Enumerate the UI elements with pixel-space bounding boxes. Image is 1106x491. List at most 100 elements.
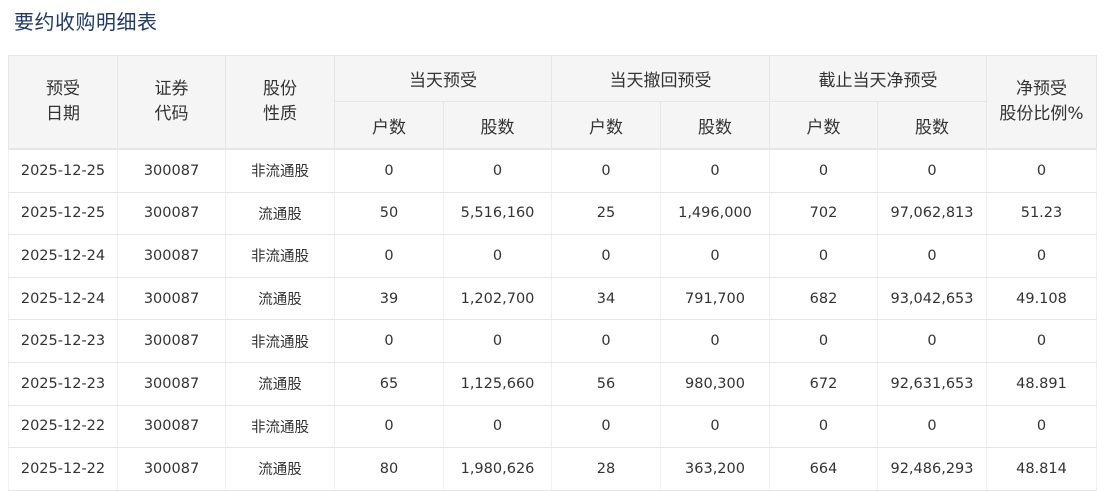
cell-net-households: 702 — [769, 191, 878, 236]
cell-withdraw-households: 56 — [551, 361, 661, 406]
cell-today-households: 80 — [334, 447, 444, 491]
cell-withdraw-shares: 980,300 — [660, 361, 770, 406]
cell-today-households: 0 — [334, 234, 444, 278]
table-header: 预受 日期 证券 代码 股份 性质 当天预受 当天撤回预受 截止当天净预受 净预… — [8, 55, 1097, 150]
cell-net-shares: 93,042,653 — [877, 276, 987, 321]
header-code-line1: 证券 — [154, 79, 189, 99]
cell-withdraw-shares: 0 — [660, 319, 770, 363]
cell-net-ratio: 0 — [986, 319, 1097, 363]
cell-date: 2025-12-25 — [8, 147, 118, 193]
cell-code: 300087 — [117, 319, 226, 363]
cell-share-type: 流通股 — [225, 447, 335, 491]
cell-share-type: 非流通股 — [225, 404, 335, 449]
cell-date: 2025-12-23 — [8, 361, 118, 406]
cell-code: 300087 — [117, 147, 226, 193]
table-body: 2025-12-25 300087 非流通股 0 0 0 0 0 0 0 2025-12-25 300… — [8, 147, 1097, 491]
table-row: 2025-12-25 300087 流通股 50 5,516,160 25 1,496,00… — [8, 191, 1097, 236]
cell-withdraw-shares: 363,200 — [660, 447, 770, 491]
cell-net-ratio: 0 — [986, 147, 1097, 193]
cell-net-ratio: 0 — [986, 404, 1097, 449]
cell-net-ratio: 51.23 — [986, 191, 1097, 236]
cell-withdraw-households: 0 — [551, 319, 661, 363]
header-share-type-line1: 股份 — [263, 79, 297, 99]
cell-today-shares: 1,980,626 — [443, 447, 552, 491]
header-today-shares: 股数 — [443, 101, 552, 150]
header-group-today: 当天预受 — [334, 55, 552, 102]
header-withdraw-shares: 股数 — [660, 101, 770, 150]
cell-code: 300087 — [117, 191, 226, 236]
table-row: 2025-12-22 300087 流通股 80 1,980,626 28 363,200 6… — [8, 447, 1097, 491]
table-row: 2025-12-23 300087 流通股 65 1,125,660 56 980,300 6… — [8, 361, 1097, 406]
cell-today-shares: 5,516,160 — [443, 191, 552, 236]
cell-net-shares: 92,486,293 — [877, 447, 987, 491]
cell-code: 300087 — [117, 234, 226, 278]
cell-withdraw-households: 25 — [551, 191, 661, 236]
page-title: 要约收购明细表 — [14, 10, 158, 34]
offer-detail-table: 预受 日期 证券 代码 股份 性质 当天预受 当天撤回预受 截止当天净预受 净预… — [8, 55, 1097, 491]
header-date-line1: 预受 — [46, 79, 80, 99]
cell-date: 2025-12-25 — [8, 191, 118, 236]
header-date: 预受 日期 — [8, 55, 118, 150]
cell-withdraw-households: 0 — [551, 147, 661, 193]
cell-withdraw-households: 0 — [551, 234, 661, 278]
cell-date: 2025-12-23 — [8, 319, 118, 363]
cell-withdraw-households: 28 — [551, 447, 661, 491]
cell-today-households: 39 — [334, 276, 444, 321]
cell-net-households: 682 — [769, 276, 878, 321]
cell-net-shares: 0 — [877, 147, 987, 193]
cell-net-households: 664 — [769, 447, 878, 491]
cell-withdraw-households: 34 — [551, 276, 661, 321]
cell-today-shares: 1,202,700 — [443, 276, 552, 321]
cell-today-shares: 0 — [443, 147, 552, 193]
header-net-households: 户数 — [769, 101, 878, 150]
cell-net-households: 0 — [769, 404, 878, 449]
cell-net-ratio: 48.814 — [986, 447, 1097, 491]
header-code-line2: 代码 — [154, 104, 189, 124]
header-net-ratio: 净预受 股份比例% — [986, 55, 1097, 150]
header-net-ratio-line2: 股份比例% — [999, 104, 1084, 124]
cell-withdraw-households: 0 — [551, 404, 661, 449]
cell-net-shares: 0 — [877, 404, 987, 449]
table-row: 2025-12-25 300087 非流通股 0 0 0 0 0 0 0 — [8, 147, 1097, 193]
cell-net-ratio: 0 — [986, 234, 1097, 278]
header-share-type: 股份 性质 — [225, 55, 335, 150]
header-code: 证券 代码 — [117, 55, 226, 150]
cell-withdraw-shares: 791,700 — [660, 276, 770, 321]
cell-net-shares: 97,062,813 — [877, 191, 987, 236]
header-date-line2: 日期 — [46, 104, 80, 124]
cell-net-households: 0 — [769, 319, 878, 363]
cell-today-households: 65 — [334, 361, 444, 406]
cell-share-type: 非流通股 — [225, 319, 335, 363]
cell-withdraw-shares: 0 — [660, 234, 770, 278]
header-net-shares: 股数 — [877, 101, 987, 150]
header-today-households: 户数 — [334, 101, 444, 150]
cell-share-type: 非流通股 — [225, 234, 335, 278]
cell-code: 300087 — [117, 404, 226, 449]
cell-today-households: 0 — [334, 404, 444, 449]
cell-net-shares: 0 — [877, 234, 987, 278]
cell-net-ratio: 48.891 — [986, 361, 1097, 406]
table-row: 2025-12-24 300087 非流通股 0 0 0 0 0 0 0 — [8, 234, 1097, 278]
cell-withdraw-shares: 1,496,000 — [660, 191, 770, 236]
cell-today-shares: 1,125,660 — [443, 361, 552, 406]
cell-share-type: 流通股 — [225, 276, 335, 321]
cell-net-shares: 0 — [877, 319, 987, 363]
table-row: 2025-12-22 300087 非流通股 0 0 0 0 0 0 0 — [8, 404, 1097, 449]
cell-net-households: 0 — [769, 147, 878, 193]
cell-date: 2025-12-24 — [8, 276, 118, 321]
header-net-ratio-line1: 净预受 — [1016, 79, 1067, 99]
header-withdraw-households: 户数 — [551, 101, 661, 150]
table-row: 2025-12-24 300087 流通股 39 1,202,700 34 791,700 6… — [8, 276, 1097, 321]
cell-today-shares: 0 — [443, 404, 552, 449]
cell-date: 2025-12-22 — [8, 447, 118, 491]
cell-withdraw-shares: 0 — [660, 147, 770, 193]
cell-net-ratio: 49.108 — [986, 276, 1097, 321]
cell-net-households: 0 — [769, 234, 878, 278]
header-share-type-line2: 性质 — [263, 104, 297, 124]
cell-today-shares: 0 — [443, 319, 552, 363]
cell-today-households: 0 — [334, 147, 444, 193]
cell-net-households: 672 — [769, 361, 878, 406]
cell-date: 2025-12-24 — [8, 234, 118, 278]
cell-code: 300087 — [117, 276, 226, 321]
cell-share-type: 流通股 — [225, 361, 335, 406]
